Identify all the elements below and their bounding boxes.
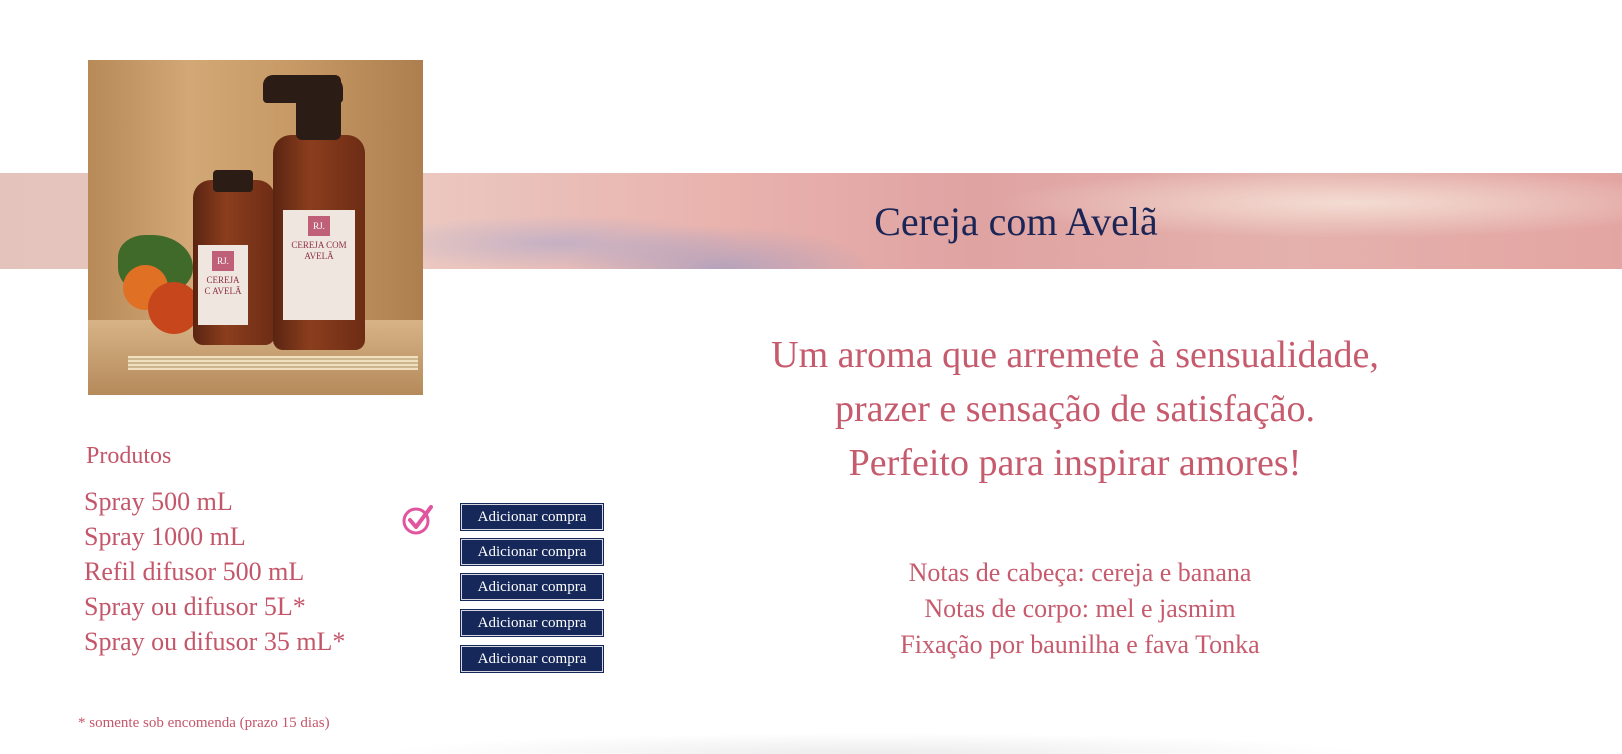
reed-sticks [128, 356, 418, 370]
notes-body: Notas de corpo: mel e jasmim [924, 594, 1236, 623]
bottle-spray-label: RJ. CEREJA COM AVELÃ [283, 210, 355, 320]
product-item-35ml: Spray ou difusor 35 mL* [84, 627, 346, 656]
tagline: Um aroma que arremete à sensualidade, pr… [660, 328, 1490, 490]
add-to-cart-button-spray-500[interactable]: Adicionar compra [460, 503, 604, 531]
products-heading: Produtos [86, 443, 172, 469]
add-to-cart-button-spray-1000[interactable]: Adicionar compra [460, 538, 604, 566]
fragrance-notes: Notas de cabeça: cereja e banana Notas d… [800, 555, 1360, 663]
product-item-refil-500: Refil difusor 500 mL [84, 557, 305, 586]
tagline-line: prazer e sensação de satisfação. [835, 388, 1315, 430]
bottle-small-cap [213, 170, 253, 192]
bottom-shadow [200, 730, 1550, 754]
product-photo: RJ. CEREJA C AVELÃ RJ. CEREJA COM AVELÃ [88, 60, 423, 395]
label-line-1: CEREJA [206, 275, 240, 285]
add-to-cart-button-35ml[interactable]: Adicionar compra [460, 645, 604, 673]
checkmark-circle-icon [402, 505, 433, 535]
label-line-2: C AVELÃ [204, 286, 242, 296]
notes-fixation: Fixação por baunilha e fava Tonka [900, 630, 1260, 659]
add-to-cart-button-refil-500[interactable]: Adicionar compra [460, 573, 604, 601]
brand-logo: RJ. [212, 251, 234, 271]
brand-logo: RJ. [308, 216, 330, 236]
bottle-small-label: RJ. CEREJA C AVELÃ [198, 245, 248, 325]
add-to-cart-button-5l[interactable]: Adicionar compra [460, 609, 604, 637]
product-item-spray-500: Spray 500 mL [84, 487, 233, 516]
product-item-spray-1000: Spray 1000 mL [84, 522, 246, 551]
tagline-line: Um aroma que arremete à sensualidade, [771, 334, 1379, 376]
notes-head: Notas de cabeça: cereja e banana [908, 558, 1252, 587]
label-big-text: CEREJA COM AVELÃ [291, 240, 347, 261]
spray-trigger [263, 75, 343, 103]
product-item-5l: Spray ou difusor 5L* [84, 592, 306, 621]
tagline-line: Perfeito para inspirar amores! [848, 442, 1302, 484]
